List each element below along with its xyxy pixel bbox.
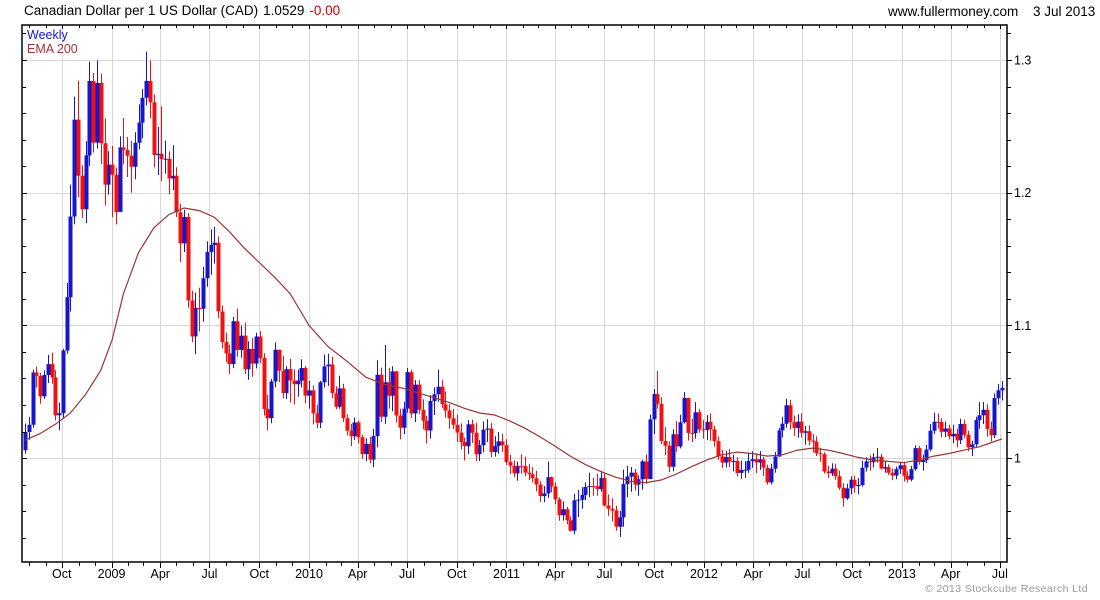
x-axis-label: Oct bbox=[52, 567, 72, 581]
y-axis-label: 1.3 bbox=[1014, 54, 1031, 68]
x-axis-label: 2012 bbox=[690, 567, 718, 581]
x-axis-label: Apr bbox=[348, 567, 367, 581]
x-axis-label: Oct bbox=[250, 567, 270, 581]
x-axis-label: Apr bbox=[151, 567, 170, 581]
x-axis-label: Oct bbox=[447, 567, 467, 581]
copyright-notice: © 2013 Stockcube Research Ltd bbox=[925, 583, 1088, 595]
x-axis-label: Jul bbox=[399, 567, 415, 581]
price-chart: 1.3 1.2 1.1 1 Oct 2009 Apr Jul Oct 2010 Apr Jul Oct 2… bbox=[21, 24, 1031, 582]
x-axis-label: Jul bbox=[992, 567, 1008, 581]
y-axis-label: 1 bbox=[1014, 452, 1021, 466]
y-axis-label: 1.2 bbox=[1014, 186, 1031, 200]
x-axis-label: Apr bbox=[743, 567, 762, 581]
x-axis-label: Jul bbox=[794, 567, 810, 581]
x-axis-label: Oct bbox=[644, 567, 664, 581]
axis-ticks bbox=[22, 25, 1012, 568]
weekly-candles-layer bbox=[23, 51, 1005, 537]
down-candle-wicks bbox=[36, 60, 992, 532]
x-axis-label: 2010 bbox=[295, 567, 323, 581]
x-axis-label: 2013 bbox=[888, 567, 916, 581]
x-axis-label: Jul bbox=[201, 567, 217, 581]
y-axis-label: 1.1 bbox=[1014, 319, 1031, 333]
chart-legend: Weekly EMA 200 bbox=[27, 28, 78, 56]
ema-line bbox=[24, 207, 1003, 484]
axis-labels: 1.3 1.2 1.1 1 Oct 2009 Apr Jul Oct 2010 Apr Jul Oct 2… bbox=[52, 54, 1031, 582]
x-axis-label: Jul bbox=[596, 567, 612, 581]
x-axis-label: 2011 bbox=[493, 567, 520, 581]
x-axis-label: 2009 bbox=[98, 567, 126, 581]
legend-ema-200: EMA 200 bbox=[27, 42, 78, 56]
x-axis-label: Oct bbox=[842, 567, 862, 581]
x-axis-label: Apr bbox=[941, 567, 960, 581]
x-axis-label: Apr bbox=[545, 567, 564, 581]
plot-border bbox=[21, 24, 1008, 563]
chart-page: { "header": { "title": "Canadian Dollar … bbox=[0, 0, 1100, 600]
legend-weekly: Weekly bbox=[27, 28, 68, 42]
grid-layer bbox=[22, 25, 1007, 562]
